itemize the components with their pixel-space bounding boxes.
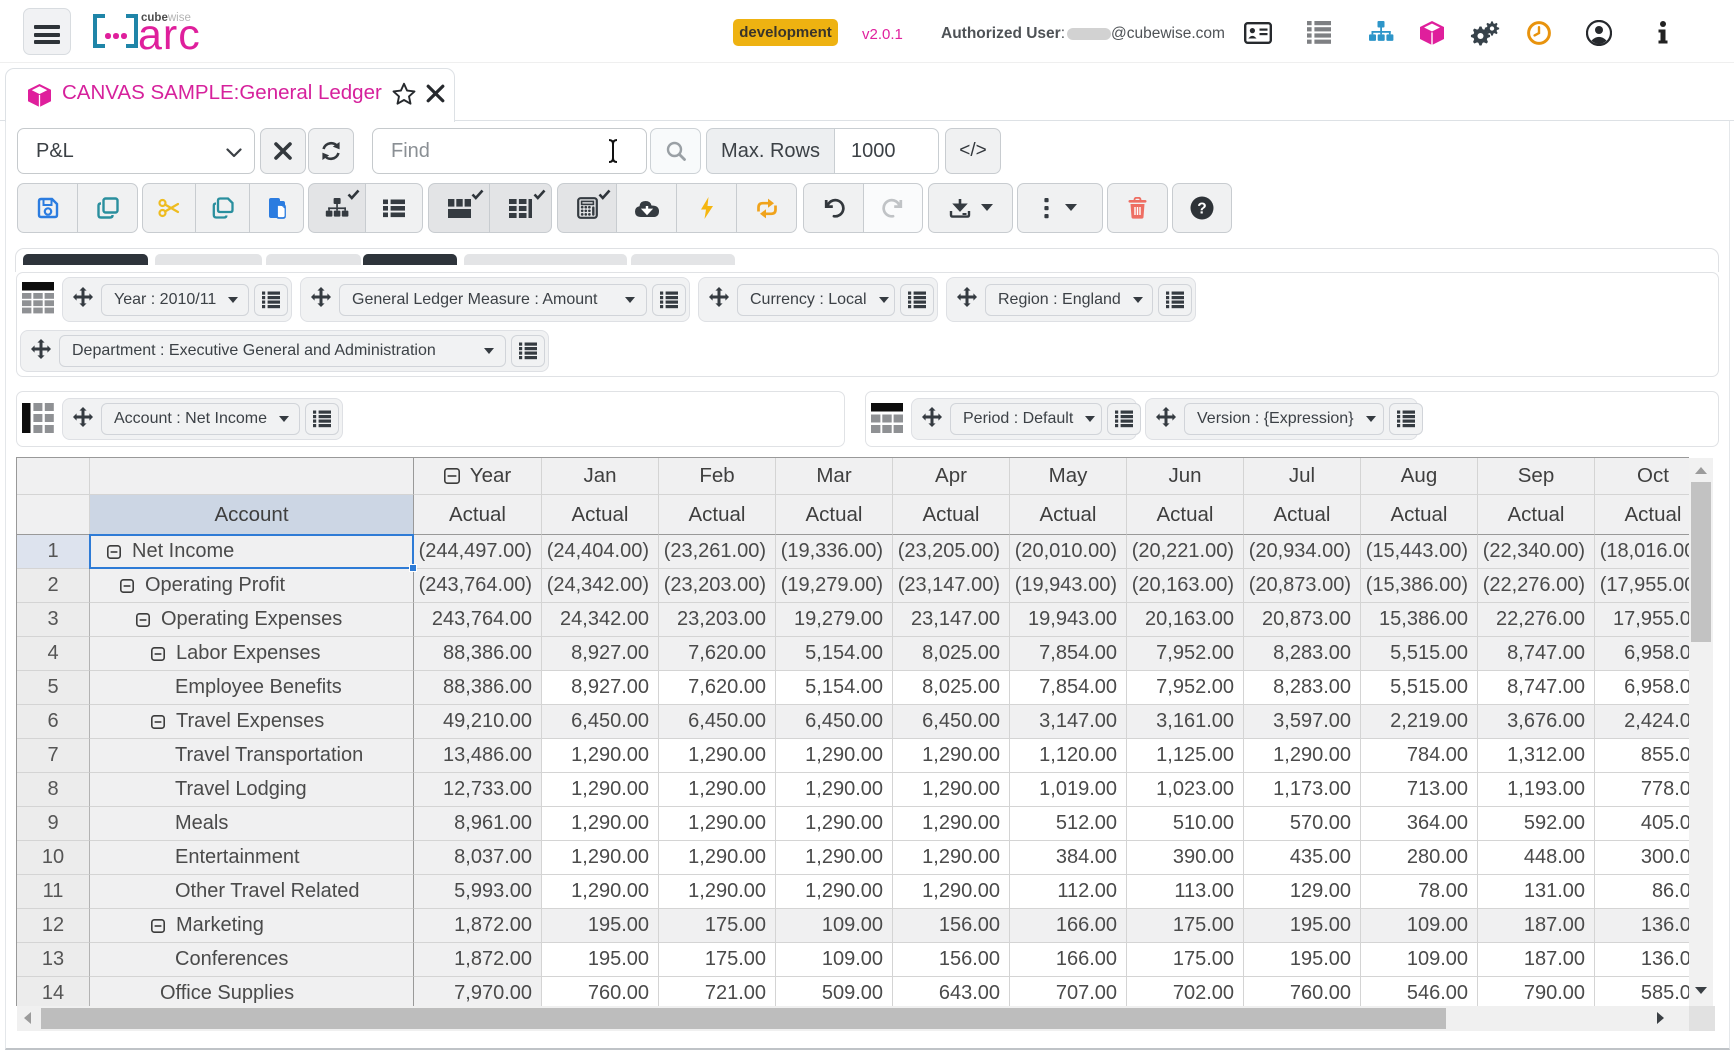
- svg-text:?: ?: [1197, 201, 1206, 218]
